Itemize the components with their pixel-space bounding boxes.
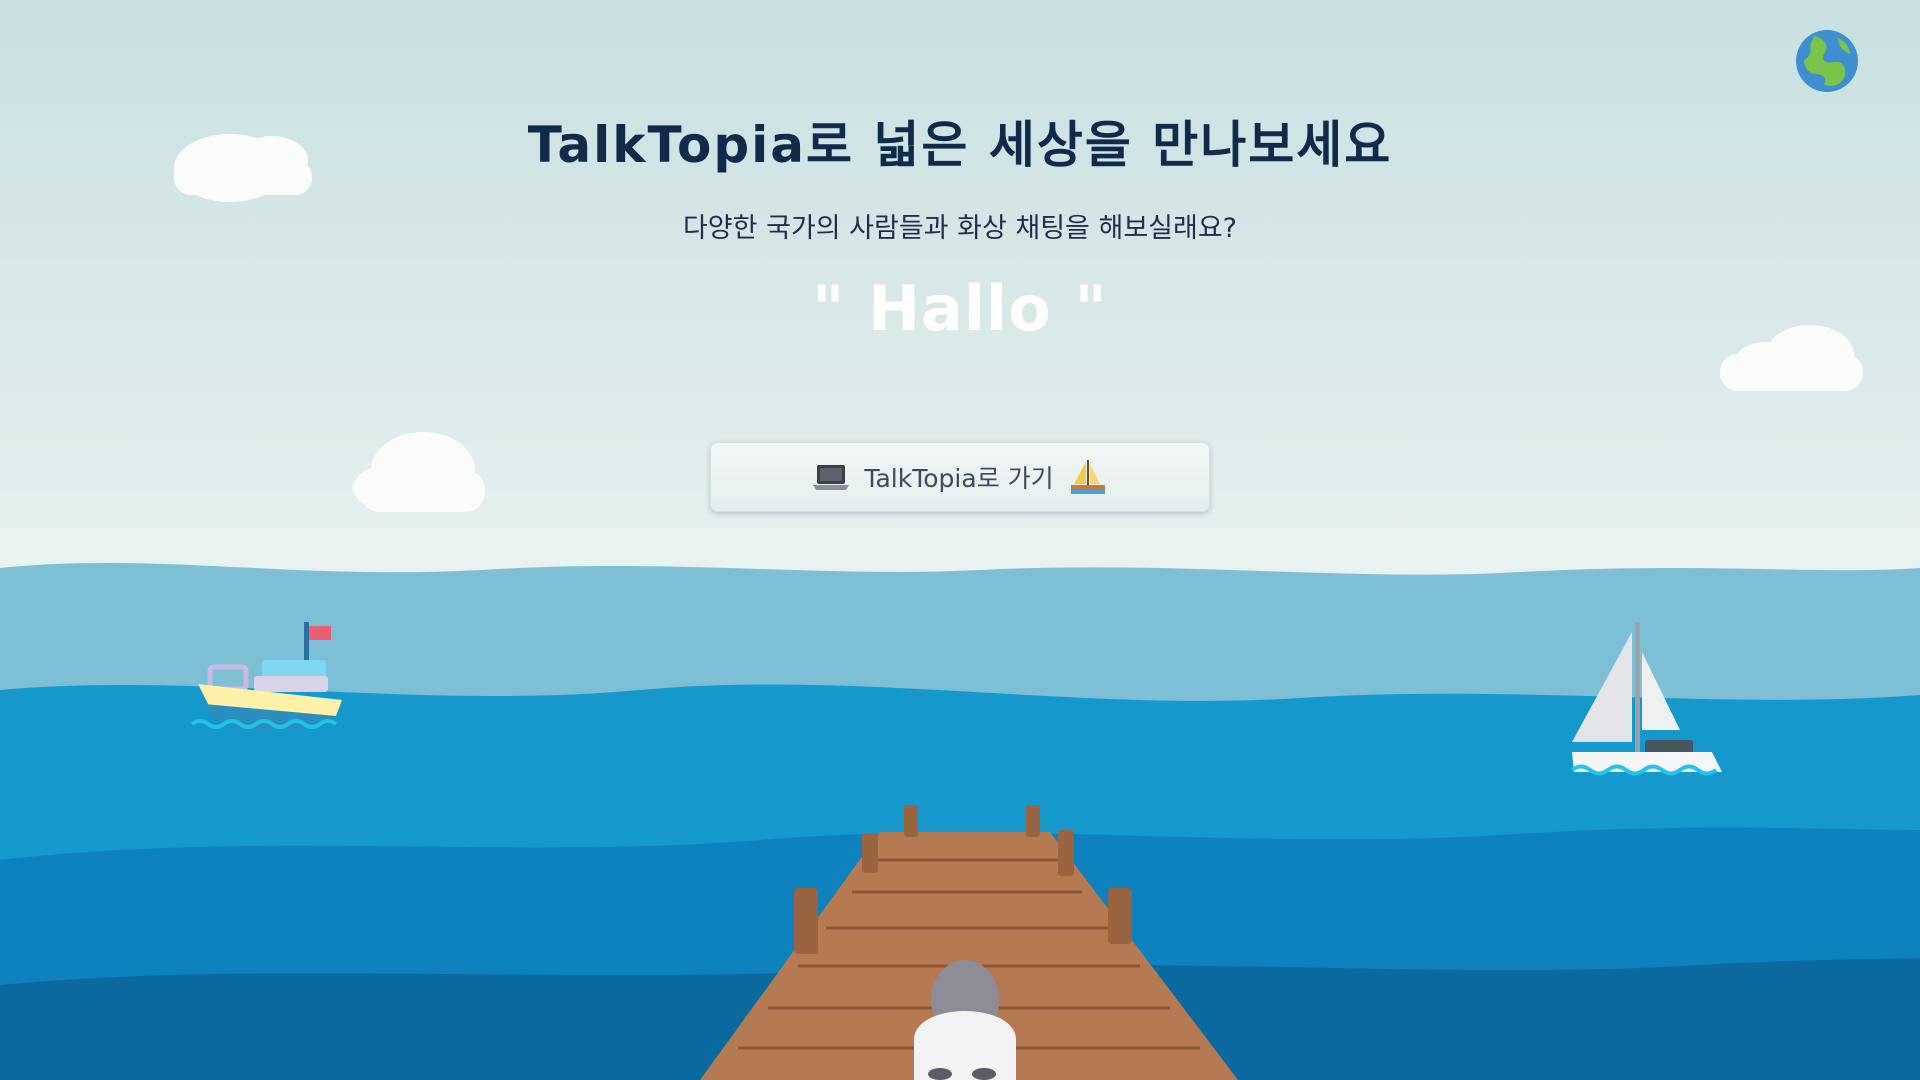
globe-icon[interactable] (1794, 28, 1860, 94)
cloud (353, 432, 485, 512)
page-title: TalkTopia로 넓은 세상을 만나보세요 (527, 116, 1393, 174)
go-to-talktopia-button[interactable]: TalkTopia로 가기 (710, 442, 1210, 512)
sailboat-icon (1070, 460, 1105, 494)
laptop-icon (813, 465, 850, 490)
page-subtitle: 다양한 국가의 사람들과 화상 채팅을 해보실래요? (682, 213, 1238, 244)
go-to-talktopia-label: TalkTopia로 가기 (864, 464, 1054, 493)
greeting-text: " Hallo " (812, 272, 1108, 345)
